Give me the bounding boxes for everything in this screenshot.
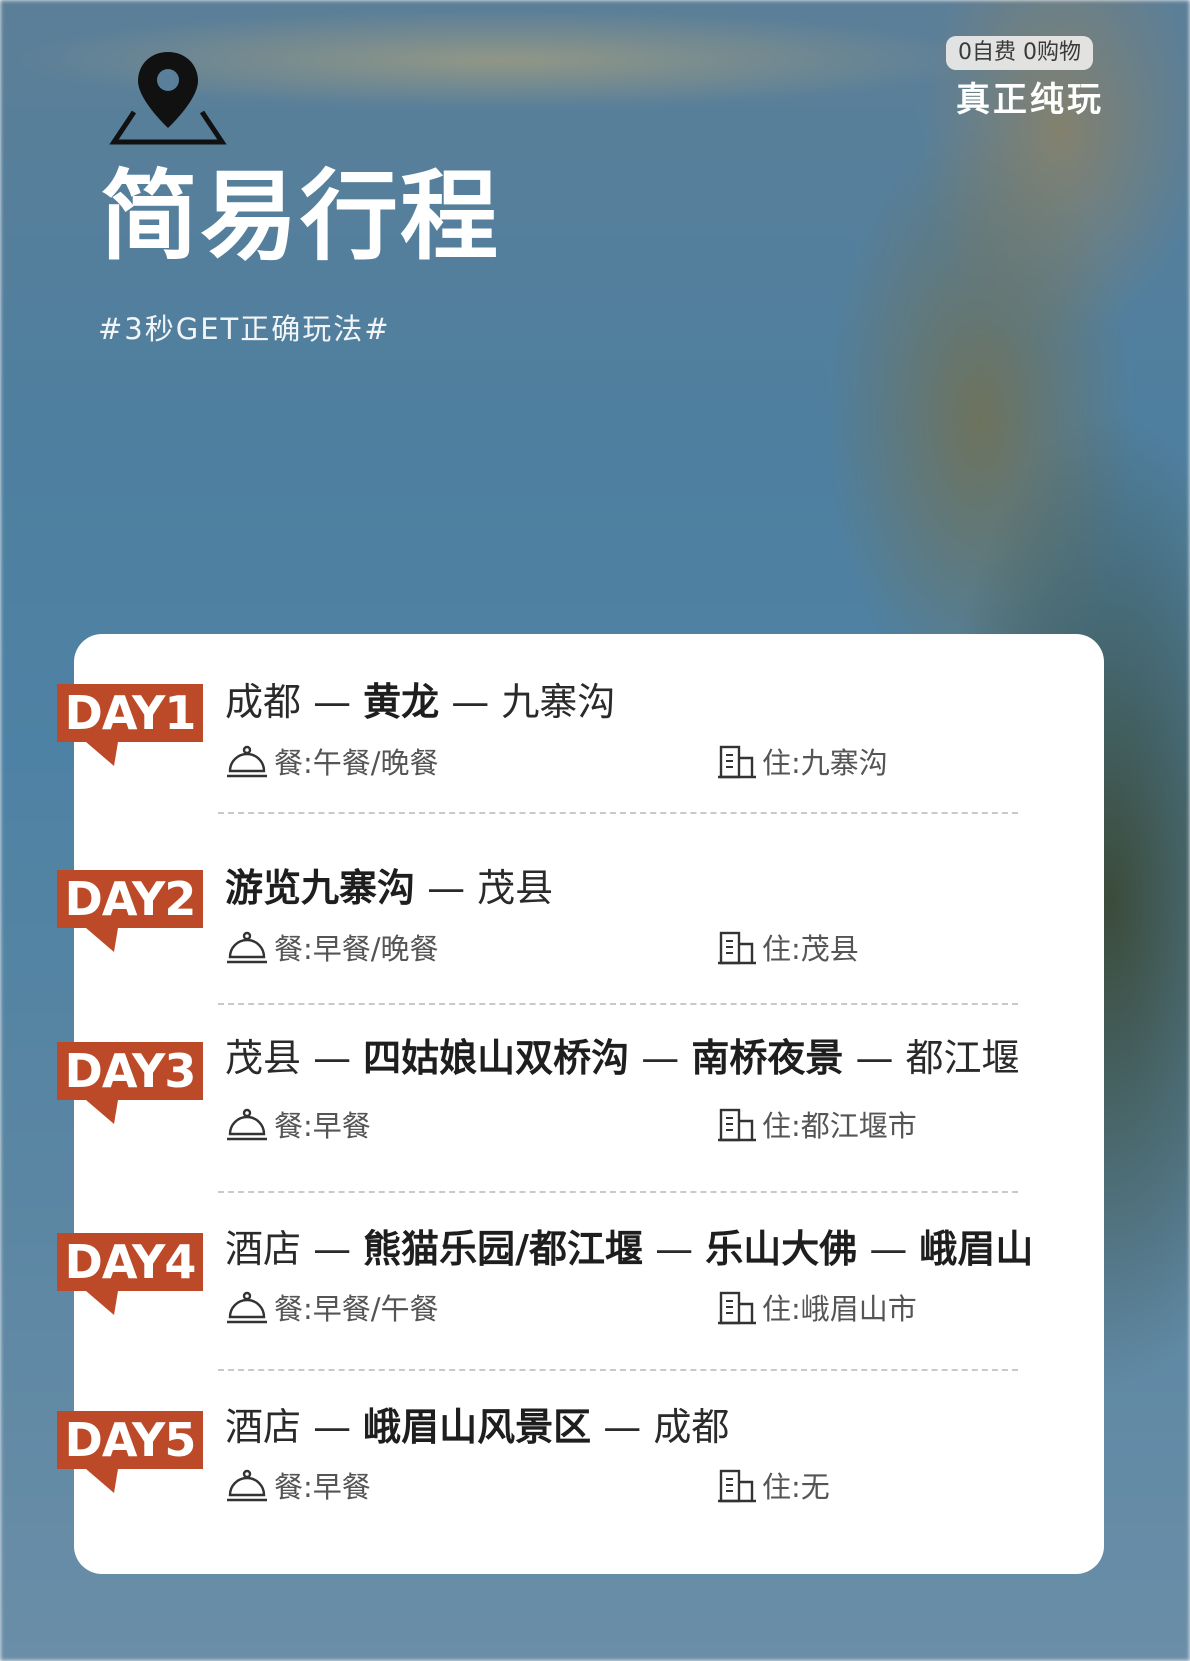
route-stop: 酒店 — — [225, 1405, 364, 1449]
route-stop: — 都江堰 — [843, 1036, 1020, 1080]
dashed-divider — [218, 812, 1018, 814]
day-route: 游览九寨沟 — 茂县 — [225, 866, 553, 910]
day-badge: DAY4 — [57, 1233, 203, 1291]
badge-tail-shape — [86, 928, 118, 952]
route-highlight: 熊猫乐园/都江堰 — [363, 1227, 644, 1271]
hotel-building-icon — [718, 1108, 756, 1142]
meal-label: 餐:早餐/晚餐 — [274, 932, 439, 966]
day-badge: DAY1 — [57, 684, 203, 742]
route-stop: — 茂县 — [415, 866, 554, 910]
meal-label: 餐:午餐/晚餐 — [274, 746, 439, 780]
route-highlight: 峨眉山 — [919, 1227, 1034, 1271]
day-badge: DAY3 — [57, 1042, 203, 1100]
meal-info: 餐:早餐/晚餐 — [226, 931, 439, 968]
stay-info: 住:无 — [718, 1469, 830, 1507]
dashed-divider — [218, 1191, 1018, 1193]
day-route: 茂县 — 四姑娘山双桥沟 — 南桥夜景 — 都江堰 — [225, 1036, 1020, 1080]
route-stop: 茂县 — — [225, 1036, 364, 1080]
route-highlight: 游览九寨沟 — [225, 866, 416, 910]
hotel-building-icon — [718, 1291, 756, 1325]
meal-dome-icon — [227, 745, 267, 778]
day-route: 成都 — 黄龙 — 九寨沟 — [225, 680, 615, 724]
hotel-building-icon — [718, 745, 756, 779]
route-highlight: 黄龙 — [363, 680, 440, 724]
route-highlight: 四姑娘山双桥沟 — [363, 1036, 630, 1080]
badge-tail-shape — [86, 1291, 118, 1315]
stay-label: 住:九寨沟 — [762, 746, 888, 780]
route-stop: 酒店 — — [225, 1227, 364, 1271]
badge-tail-shape — [86, 1469, 118, 1493]
day-route: 酒店 — 峨眉山风景区 — 成都 — [225, 1405, 729, 1449]
meal-dome-icon — [227, 1108, 267, 1141]
route-highlight: 乐山大佛 — [705, 1227, 858, 1271]
route-stop: — 九寨沟 — [439, 680, 616, 724]
meal-label: 餐:早餐 — [274, 1470, 371, 1504]
day-item-3: DAY3 茂县 — 四姑娘山双桥沟 — 南桥夜景 — 都江堰 餐:早餐 住:都江… — [0, 1036, 1190, 1192]
day-badge: DAY5 — [57, 1411, 203, 1469]
no-extra-cost-tag: 0自费 0购物 — [946, 36, 1093, 70]
meal-dome-icon — [227, 1469, 267, 1502]
route-stop: — 成都 — [591, 1405, 730, 1449]
route-stop: — — [643, 1227, 706, 1271]
day-badge: DAY2 — [57, 870, 203, 928]
day-route: 酒店 — 熊猫乐园/都江堰 — 乐山大佛 — 峨眉山 — [225, 1227, 1033, 1271]
stay-label: 住:无 — [762, 1470, 830, 1504]
meal-label: 餐:早餐 — [274, 1109, 371, 1143]
meal-info: 餐:早餐/午餐 — [226, 1291, 439, 1328]
badge-tail-shape — [86, 1100, 118, 1124]
meal-info: 餐:午餐/晚餐 — [226, 745, 439, 782]
dashed-divider — [218, 1369, 1018, 1371]
stay-label: 住:都江堰市 — [762, 1109, 917, 1143]
route-highlight: 南桥夜景 — [691, 1036, 844, 1080]
route-stop: — — [857, 1227, 920, 1271]
dashed-divider — [218, 1003, 1018, 1005]
route-stop: 成都 — — [225, 680, 364, 724]
badge-tail-shape — [86, 742, 118, 766]
page-subtitle: #3秒GET正确玩法# — [98, 312, 391, 346]
pure-tour-label: 真正纯玩 — [956, 80, 1104, 120]
map-pin-icon — [109, 52, 227, 145]
meal-dome-icon — [227, 931, 267, 964]
meal-label: 餐:早餐/午餐 — [274, 1292, 439, 1326]
day-item-4: DAY4 酒店 — 熊猫乐园/都江堰 — 乐山大佛 — 峨眉山 餐:早餐/午餐 … — [0, 1227, 1190, 1383]
stay-info: 住:茂县 — [718, 931, 859, 969]
route-highlight: 峨眉山风景区 — [363, 1405, 592, 1449]
hotel-building-icon — [718, 1469, 756, 1503]
route-stop: — — [629, 1036, 692, 1080]
day-item-2: DAY2 游览九寨沟 — 茂县 餐:早餐/晚餐 住:茂县 — [0, 866, 1190, 1020]
stay-label: 住:茂县 — [762, 932, 859, 966]
meal-dome-icon — [227, 1291, 267, 1324]
hotel-building-icon — [718, 931, 756, 965]
page-title: 简易行程 — [100, 160, 501, 274]
stay-info: 住:九寨沟 — [718, 745, 888, 783]
meal-info: 餐:早餐 — [226, 1469, 371, 1506]
stay-info: 住:都江堰市 — [718, 1108, 917, 1146]
stay-label: 住:峨眉山市 — [762, 1292, 917, 1326]
day-item-5: DAY5 酒店 — 峨眉山风景区 — 成都 餐:早餐 住:无 — [0, 1405, 1190, 1561]
stay-info: 住:峨眉山市 — [718, 1291, 917, 1329]
meal-info: 餐:早餐 — [226, 1108, 371, 1145]
